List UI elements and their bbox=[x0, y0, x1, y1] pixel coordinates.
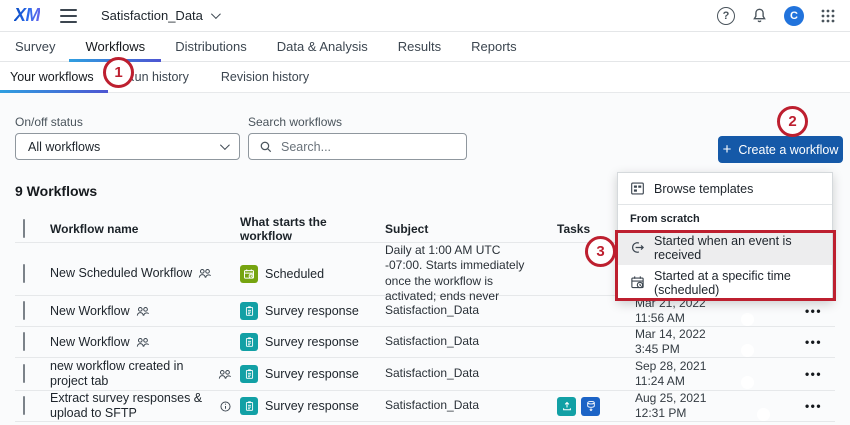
workflow-count-heading: 9 Workflows bbox=[15, 183, 97, 199]
notifications-bell-icon[interactable] bbox=[751, 7, 768, 24]
xm-logo: XM bbox=[14, 5, 40, 26]
table-row: Extract survey responses & upload to SFT… bbox=[15, 391, 835, 422]
survey-response-trigger-icon bbox=[240, 365, 258, 383]
row-checkbox[interactable] bbox=[23, 264, 25, 283]
workflow-subject: Satisfaction_Data bbox=[385, 303, 545, 318]
workflow-subject: Daily at 1:00 AM UTC -07:00. Starts imme… bbox=[385, 243, 545, 304]
help-icon[interactable]: ? bbox=[717, 7, 735, 25]
trigger-label: Survey response bbox=[265, 304, 359, 318]
templates-icon bbox=[630, 181, 645, 196]
annotation-rect-step3 bbox=[615, 230, 836, 301]
row-actions-menu[interactable]: ••• bbox=[800, 304, 835, 318]
chevron-down-icon bbox=[211, 9, 221, 19]
col-header-name: Workflow name bbox=[50, 222, 240, 236]
scheduled-trigger-icon bbox=[240, 265, 258, 283]
avatar[interactable]: C bbox=[784, 6, 804, 26]
last-modified: Aug 25, 2021 12:31 PM bbox=[635, 391, 730, 421]
annotation-circle-1: 1 bbox=[103, 57, 134, 88]
row-checkbox[interactable] bbox=[23, 332, 25, 351]
row-actions-menu[interactable]: ••• bbox=[800, 399, 835, 413]
shared-users-icon bbox=[198, 268, 212, 279]
last-modified: Sep 28, 2021 11:24 AM bbox=[635, 359, 730, 389]
tab-reports[interactable]: Reports bbox=[471, 32, 517, 62]
workflow-subject: Satisfaction_Data bbox=[385, 366, 545, 381]
shared-users-icon bbox=[136, 337, 150, 348]
table-row: new workflow created in project tab bbox=[15, 358, 835, 391]
shared-users-icon bbox=[218, 369, 232, 380]
create-workflow-button[interactable]: + Create a workflow bbox=[718, 136, 843, 163]
tab-distributions[interactable]: Distributions bbox=[175, 32, 247, 62]
top-bar: XM Satisfaction_Data ? C bbox=[0, 0, 850, 32]
workflow-name[interactable]: New Scheduled Workflow bbox=[50, 266, 192, 281]
workflow-subject: Satisfaction_Data bbox=[385, 398, 545, 413]
workflow-subject: Satisfaction_Data bbox=[385, 334, 545, 349]
shared-users-icon bbox=[136, 306, 150, 317]
status-filter-label: On/off status bbox=[15, 115, 83, 129]
trigger-label: Survey response bbox=[265, 367, 359, 381]
search-icon bbox=[259, 140, 273, 154]
subtab-revision-history[interactable]: Revision history bbox=[221, 62, 309, 93]
row-checkbox[interactable] bbox=[23, 301, 25, 320]
workflows-page: XM Satisfaction_Data ? C bbox=[0, 0, 850, 425]
annotation-circle-3: 3 bbox=[585, 236, 616, 267]
workflow-name[interactable]: new workflow created in project tab bbox=[50, 359, 200, 389]
search-input[interactable] bbox=[281, 140, 441, 154]
extract-data-task-icon[interactable] bbox=[581, 397, 600, 416]
survey-response-trigger-icon bbox=[240, 397, 258, 415]
status-filter-value: All workflows bbox=[28, 140, 100, 154]
last-modified: Mar 14, 2022 3:45 PM bbox=[635, 327, 730, 357]
row-actions-menu[interactable]: ••• bbox=[800, 367, 835, 381]
project-nav-tabs: Survey Workflows Distributions Data & An… bbox=[0, 32, 850, 62]
app-grid-icon[interactable] bbox=[820, 8, 836, 24]
workflow-name[interactable]: Extract survey responses & upload to SFT… bbox=[50, 391, 205, 421]
workflow-name[interactable]: New Workflow bbox=[50, 335, 130, 350]
table-row: New Workflow bbox=[15, 327, 835, 358]
workflow-name[interactable]: New Workflow bbox=[50, 304, 130, 319]
subtab-your-workflows[interactable]: Your workflows bbox=[10, 62, 94, 93]
annotation-circle-2: 2 bbox=[777, 106, 808, 137]
trigger-label: Survey response bbox=[265, 399, 359, 413]
search-label: Search workflows bbox=[248, 115, 342, 129]
hamburger-menu-icon[interactable] bbox=[60, 9, 77, 23]
survey-response-trigger-icon bbox=[240, 333, 258, 351]
menu-item-browse-templates[interactable]: Browse templates bbox=[618, 173, 832, 204]
status-filter-select[interactable]: All workflows bbox=[15, 133, 240, 160]
chevron-down-icon bbox=[220, 140, 230, 150]
project-switcher[interactable]: Satisfaction_Data bbox=[101, 8, 218, 23]
trigger-label: Survey response bbox=[265, 335, 359, 349]
row-checkbox[interactable] bbox=[23, 396, 25, 415]
col-header-subject: Subject bbox=[385, 222, 545, 236]
row-checkbox[interactable] bbox=[23, 364, 25, 383]
survey-response-trigger-icon bbox=[240, 302, 258, 320]
search-workflows-box bbox=[248, 133, 467, 160]
select-all-checkbox[interactable] bbox=[23, 219, 25, 238]
project-name: Satisfaction_Data bbox=[101, 8, 203, 23]
col-header-trigger: What starts the workflow bbox=[240, 215, 385, 243]
menu-section-from-scratch: From scratch bbox=[618, 205, 832, 230]
tab-results[interactable]: Results bbox=[398, 32, 441, 62]
plus-icon: + bbox=[723, 142, 732, 157]
upload-task-icon[interactable] bbox=[557, 397, 576, 416]
tab-data-analysis[interactable]: Data & Analysis bbox=[277, 32, 368, 62]
row-actions-menu[interactable]: ••• bbox=[800, 335, 835, 349]
subtab-run-history[interactable]: Run history bbox=[126, 62, 189, 93]
tab-survey[interactable]: Survey bbox=[15, 32, 55, 62]
info-icon bbox=[219, 400, 232, 413]
trigger-label: Scheduled bbox=[265, 267, 324, 281]
